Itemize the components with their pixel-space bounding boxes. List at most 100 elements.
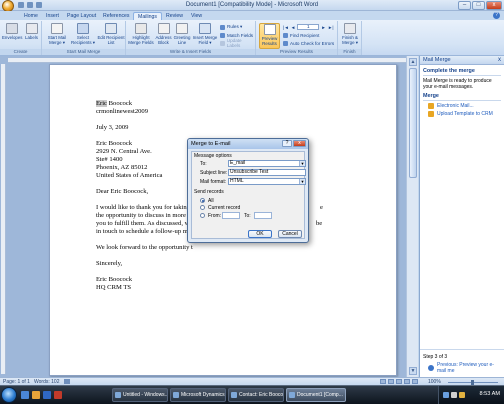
taskbar-button[interactable]: Microsoft Dynamics...: [170, 388, 226, 402]
task-pane-close-icon[interactable]: x: [498, 57, 501, 63]
recipients-icon: [77, 23, 89, 34]
subject-input[interactable]: Unsubscribe Test: [228, 169, 306, 176]
envelope-icon: [6, 23, 18, 34]
rules-icon: [220, 24, 225, 30]
tab-mailings[interactable]: Mailings: [133, 12, 163, 20]
tray-app-icon[interactable]: [459, 392, 465, 398]
upload-template-link[interactable]: Upload Template to CRM: [428, 111, 501, 117]
print-layout-icon[interactable]: [380, 379, 386, 384]
vertical-scrollbar[interactable]: ▲ ▼: [406, 56, 418, 377]
current-record-radio[interactable]: [200, 205, 205, 210]
record-number-input[interactable]: 1: [297, 24, 320, 30]
from-radio[interactable]: [200, 213, 205, 218]
edit-list-icon: [105, 23, 117, 34]
all-radio[interactable]: [200, 198, 205, 203]
rules-button[interactable]: Rules ▾: [220, 24, 242, 30]
select-recipients-button[interactable]: Select Recipients ▾: [70, 23, 96, 45]
maximize-button[interactable]: □: [472, 1, 485, 10]
tab-references[interactable]: References: [99, 12, 134, 20]
last-record-icon[interactable]: ►|: [328, 25, 334, 30]
highlight-merge-fields-button[interactable]: Highlight Merge Fields: [128, 23, 154, 45]
full-screen-icon[interactable]: [388, 379, 394, 384]
first-record-icon[interactable]: |◄: [283, 25, 289, 30]
previous-record-icon[interactable]: ◄: [291, 25, 296, 30]
dialog-close-button[interactable]: x: [293, 140, 306, 147]
close-button[interactable]: x: [486, 1, 502, 10]
app-icon[interactable]: [54, 391, 62, 399]
address-block-button[interactable]: Address Block: [155, 23, 172, 45]
to-select[interactable]: E_mail ▼: [228, 160, 306, 167]
start-button[interactable]: [1, 387, 17, 403]
outline-icon[interactable]: [404, 379, 410, 384]
vertical-ruler[interactable]: [1, 64, 6, 374]
send-records-label: Send records: [194, 189, 224, 195]
taskbar-button[interactable]: Untitled - Windows...: [112, 388, 168, 402]
group-create: Envelopes Labels Create: [0, 21, 42, 55]
preview-results-button[interactable]: Preview Results: [259, 23, 280, 49]
status-bar: Page: 1 of 1 Words: 102 100%: [0, 377, 504, 385]
insert-merge-field-button[interactable]: Insert Merge Field ▾: [192, 23, 218, 45]
labels-button[interactable]: Labels: [23, 23, 40, 40]
scroll-down-icon[interactable]: ▼: [409, 367, 417, 375]
window-buttons: – □ x: [458, 1, 502, 10]
help-icon[interactable]: ?: [493, 12, 500, 19]
minimize-button[interactable]: –: [458, 1, 471, 10]
step-indicator: Step 3 of 3: [423, 354, 448, 360]
update-labels-icon: [220, 40, 225, 46]
ie-icon[interactable]: [43, 391, 51, 399]
show-desktop-icon[interactable]: [21, 391, 29, 399]
proofing-icon[interactable]: [64, 379, 70, 384]
tab-home[interactable]: Home: [20, 12, 42, 20]
horizontal-ruler[interactable]: [8, 58, 408, 63]
taskbar-button[interactable]: Contact: Eric Boocoo...: [228, 388, 284, 402]
dialog-buttons: ? x: [282, 140, 306, 147]
envelopes-button[interactable]: Envelopes: [2, 23, 23, 40]
complete-merge-heading: Complete the merge: [423, 68, 501, 76]
finish-merge-button[interactable]: Finish & Merge ▾: [340, 23, 360, 45]
closing: Sincerely,: [96, 260, 123, 267]
to-range-label: To:: [244, 213, 251, 219]
group-finish: Finish & Merge ▾ Finish: [338, 21, 362, 55]
edit-recipient-list-button[interactable]: Edit Recipient List: [97, 23, 125, 45]
previous-step-link[interactable]: Previous: Preview your e-mail me: [428, 362, 501, 374]
explorer-icon[interactable]: [32, 391, 40, 399]
clock[interactable]: 8:53 AM: [479, 391, 500, 397]
greeting-line-button[interactable]: Greeting Line: [173, 23, 191, 45]
update-labels-button[interactable]: Update Labels: [220, 38, 255, 48]
body-line: We look forward to the opportunity t: [96, 244, 193, 251]
mail-format-select[interactable]: HTML ▼: [228, 178, 306, 185]
cancel-button[interactable]: Cancel: [278, 230, 302, 238]
quick-launch: [21, 391, 62, 399]
system-tray: 8:53 AM: [438, 386, 504, 404]
find-icon: [283, 32, 288, 38]
tab-insert[interactable]: Insert: [42, 12, 63, 20]
sender-name: Eric Boocock: [96, 100, 133, 107]
ok-button[interactable]: OK: [248, 230, 272, 238]
volume-icon[interactable]: [451, 392, 457, 398]
mail-format-label: Mail format:: [200, 179, 227, 185]
tab-review[interactable]: Review: [162, 12, 187, 20]
start-mail-merge-button[interactable]: Start Mail Merge ▾: [45, 23, 69, 45]
email-icon: [428, 103, 434, 109]
to-range-input[interactable]: [254, 212, 272, 219]
next-record-icon[interactable]: ►: [321, 25, 326, 30]
merge-to-email-dialog: Merge to E-mail ? x Message options To: …: [187, 138, 309, 243]
web-layout-icon[interactable]: [396, 379, 402, 384]
letter-date: July 3, 2009: [96, 124, 129, 131]
find-recipient-button[interactable]: Find Recipient: [283, 32, 319, 38]
auto-check-errors-button[interactable]: Auto Check for Errors: [283, 40, 334, 46]
highlight-icon: [135, 23, 147, 34]
scroll-up-icon[interactable]: ▲: [409, 58, 417, 66]
from-input[interactable]: [222, 212, 240, 219]
scrollbar-thumb[interactable]: [409, 68, 417, 178]
tab-page-layout[interactable]: Page Layout: [63, 12, 100, 20]
network-icon[interactable]: [443, 392, 449, 398]
complete-merge-text: Mail Merge is ready to produce your e-ma…: [423, 78, 492, 90]
electronic-mail-link[interactable]: Electronic Mail...: [428, 103, 501, 109]
insert-field-icon: [199, 23, 211, 34]
taskbar-button-word[interactable]: Document1 [Comp...: [286, 388, 346, 402]
signature-dept: HQ CRM TS: [96, 284, 132, 291]
draft-icon[interactable]: [412, 379, 418, 384]
tab-view[interactable]: View: [187, 12, 206, 20]
dialog-help-button[interactable]: ?: [282, 140, 292, 147]
